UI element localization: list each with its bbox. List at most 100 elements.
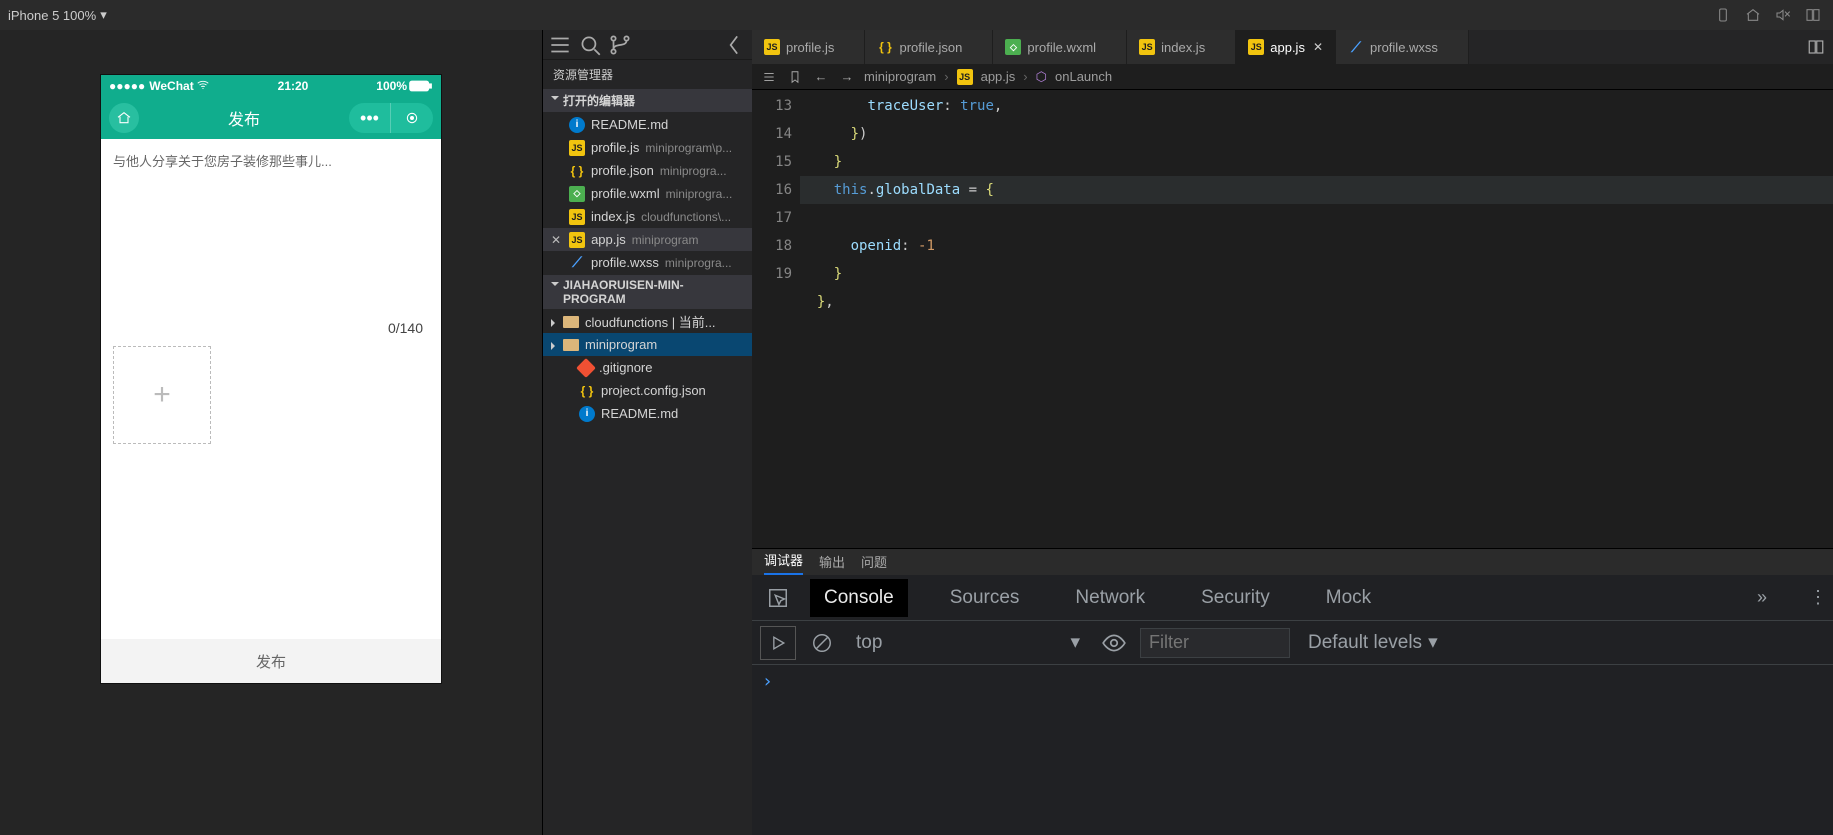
open-editor-item[interactable]: ◇profile.wxmlminiprogra...	[543, 182, 752, 205]
json-file-icon: { }	[877, 39, 893, 55]
capsule-menu-icon[interactable]: •••	[349, 103, 391, 133]
mute-icon[interactable]	[1771, 3, 1795, 27]
open-editor-item[interactable]: { } profile.json miniprogra...	[543, 159, 752, 182]
char-count: 0/140	[101, 170, 441, 340]
phone-outline-icon[interactable]	[1711, 3, 1735, 27]
phone-frame: ●●●●● WeChat 21:20 100% 发布 •••	[101, 75, 441, 683]
open-editor-item[interactable]: JSprofile.jsminiprogram\p...	[543, 136, 752, 159]
home-icon[interactable]	[1741, 3, 1765, 27]
editor-tab[interactable]: JSindex.js✕	[1127, 30, 1236, 64]
chevron-down-icon: ▾	[100, 7, 107, 23]
crumb-file[interactable]: app.js	[981, 69, 1016, 84]
devtools-tab[interactable]: Network	[1061, 579, 1159, 617]
open-editors-header[interactable]: 打开的编辑器	[543, 89, 752, 112]
capsule-close-icon[interactable]	[391, 103, 433, 133]
line-number: 17	[752, 204, 792, 232]
js-file-icon: JS	[569, 232, 585, 248]
code-line: traceUser: true,	[800, 98, 1002, 114]
tab-label: app.js	[1270, 40, 1305, 55]
context-label: top	[856, 632, 882, 654]
chevrons-right-icon[interactable]: »	[1757, 587, 1767, 608]
tree-file[interactable]: iREADME.md	[543, 402, 752, 425]
devtools-subtab[interactable]: 调试器	[764, 546, 803, 575]
submit-button[interactable]: 发布	[101, 639, 441, 683]
open-editor-item[interactable]: JSindex.jscloudfunctions\...	[543, 205, 752, 228]
nav-forward-icon[interactable]: →	[838, 69, 856, 84]
git-file-icon	[576, 358, 596, 378]
devtools-subtab[interactable]: 问题	[861, 548, 887, 575]
file-path: miniprogra...	[665, 256, 732, 270]
open-editor-item[interactable]: ⟋profile.wxssminiprogra...	[543, 251, 752, 274]
run-icon[interactable]	[760, 626, 796, 660]
file-name: profile.json	[591, 163, 654, 178]
info-file-icon: i	[569, 117, 585, 133]
folder-icon	[563, 316, 579, 328]
console-output[interactable]: ›	[752, 665, 1833, 835]
devtools-tab[interactable]: Security	[1187, 579, 1284, 617]
file-path: miniprogram\p...	[645, 141, 732, 155]
git-branch-icon[interactable]	[607, 32, 633, 58]
eye-icon[interactable]	[1096, 626, 1132, 660]
close-icon[interactable]: ✕	[1313, 40, 1323, 54]
select-element-icon[interactable]	[758, 580, 798, 616]
context-selector[interactable]: top ▾	[848, 627, 1088, 658]
file-name: miniprogram	[585, 337, 657, 352]
devtools-tab[interactable]: Sources	[936, 579, 1034, 617]
editor-tab[interactable]: JSapp.js✕	[1236, 30, 1336, 64]
editor-tab[interactable]: ⟋profile.wxss✕	[1336, 30, 1469, 64]
line-number: 16	[752, 176, 792, 204]
add-image-tile[interactable]: +	[113, 346, 211, 444]
wxml-file-icon: ◇	[1005, 39, 1021, 55]
split-icon[interactable]	[1801, 3, 1825, 27]
code-editor[interactable]: 13141516171819 traceUser: true, }) } thi…	[752, 90, 1833, 548]
tree-folder[interactable]: miniprogram	[543, 333, 752, 356]
editor-tab[interactable]: JSprofile.js✕	[752, 30, 865, 64]
file-name: profile.wxss	[591, 255, 659, 270]
tree-file[interactable]: .gitignore	[543, 356, 752, 379]
close-icon[interactable]: ✕	[551, 233, 561, 247]
json-file-icon: { }	[569, 163, 585, 179]
filter-input[interactable]	[1140, 628, 1290, 658]
crumb-list-icon[interactable]	[760, 70, 778, 84]
list-icon[interactable]	[547, 32, 573, 58]
crumb-root[interactable]: miniprogram	[864, 69, 936, 84]
clear-icon[interactable]	[804, 626, 840, 660]
mini-program-capsule[interactable]: •••	[349, 103, 433, 133]
editor-tab[interactable]: ◇profile.wxml✕	[993, 30, 1127, 64]
file-name: .gitignore	[599, 360, 652, 375]
carrier-label: WeChat	[149, 79, 193, 93]
kebab-menu-icon[interactable]: ⋮	[1809, 587, 1827, 608]
devtools-tab[interactable]: Mock	[1312, 579, 1385, 617]
tab-label: profile.js	[786, 40, 834, 55]
open-editor-item[interactable]: ✕JSapp.jsminiprogram	[543, 228, 752, 251]
collapse-icon[interactable]	[722, 32, 748, 58]
file-name: README.md	[591, 117, 668, 132]
code-line: openid: -1	[800, 238, 935, 254]
log-levels-selector[interactable]: Default levels ▾	[1308, 631, 1438, 654]
battery-pct: 100%	[376, 79, 407, 93]
code-line: },	[800, 294, 834, 310]
nav-home-button[interactable]	[109, 103, 139, 133]
battery-icon	[409, 80, 433, 92]
open-editor-item[interactable]: i README.md	[543, 113, 752, 136]
tab-overflow-icon[interactable]	[1799, 30, 1833, 64]
tree-folder[interactable]: cloudfunctions | 当前...	[543, 310, 752, 333]
nav-back-icon[interactable]: ←	[812, 69, 830, 84]
explorer-title: 资源管理器	[543, 60, 752, 89]
tab-label: profile.json	[899, 40, 962, 55]
devtools-tab[interactable]: Console	[810, 579, 908, 617]
simulator-panel: ●●●●● WeChat 21:20 100% 发布 •••	[0, 30, 542, 835]
devtools-subtab[interactable]: 输出	[819, 548, 845, 575]
line-number: 19	[752, 260, 792, 288]
bookmark-icon[interactable]	[786, 70, 804, 84]
clock-label: 21:20	[210, 79, 377, 93]
project-header[interactable]: JIAHAORUISEN-MIN-PROGRAM	[543, 275, 752, 309]
file-path: miniprogra...	[660, 164, 727, 178]
search-icon[interactable]	[577, 32, 603, 58]
device-selector[interactable]: iPhone 5 100% ▾	[8, 7, 107, 23]
compose-textarea[interactable]: 与他人分享关于您房子装修那些事儿...	[101, 139, 441, 170]
editor-tab[interactable]: { }profile.json✕	[865, 30, 993, 64]
crumb-symbol[interactable]: onLaunch	[1055, 69, 1112, 84]
tree-file[interactable]: { }project.config.json	[543, 379, 752, 402]
file-path: miniprogra...	[666, 187, 733, 201]
